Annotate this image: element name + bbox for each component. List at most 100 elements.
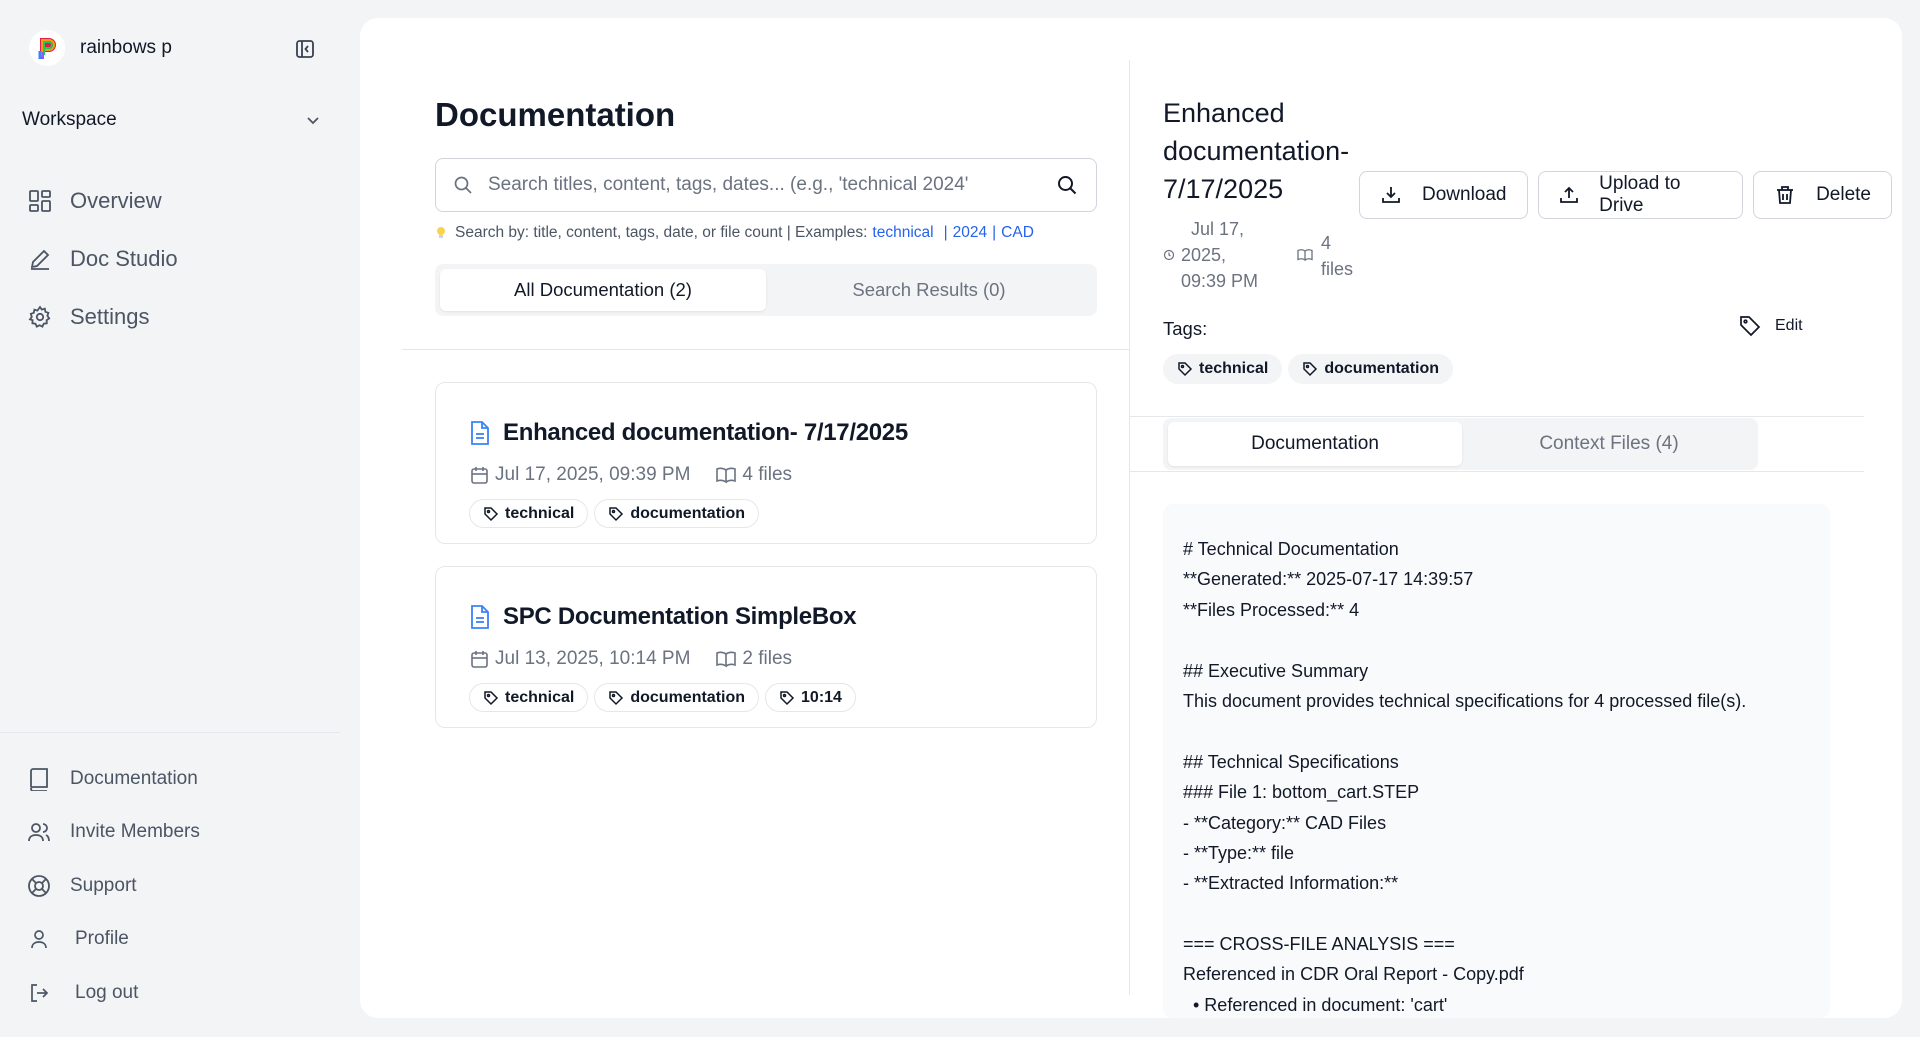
tab-search-results[interactable]: Search Results (0)	[766, 269, 1092, 311]
tag-label: technical	[1199, 360, 1269, 377]
content-line	[1183, 716, 1820, 746]
nav-item-label: Log out	[75, 981, 139, 1003]
documentation-tabs: All Documentation (2) Search Results (0)	[435, 264, 1097, 316]
search-icon	[452, 174, 474, 196]
document-icon	[471, 605, 489, 629]
clock-icon	[1163, 249, 1175, 261]
tag-chip[interactable]: documentation	[1288, 354, 1454, 384]
search-hint: Search by: title, content, tags, date, o…	[435, 224, 1034, 242]
hint-separator: |	[992, 224, 997, 241]
doc-card-date: Jul 13, 2025, 10:14 PM	[495, 648, 691, 669]
content-line: • Referenced in document: 'cart'	[1183, 994, 1448, 1015]
content-line	[1183, 899, 1820, 929]
tab-all-documentation[interactable]: All Documentation (2)	[440, 269, 766, 311]
workspace-label: Workspace	[22, 109, 117, 130]
user-name: rainbows p	[80, 37, 172, 58]
nav-item-label: Support	[70, 874, 137, 896]
content-line: === CROSS-FILE ANALYSIS ===	[1183, 934, 1455, 955]
chevron-down-icon	[307, 117, 319, 125]
delete-label: Delete	[1816, 184, 1871, 205]
doc-card[interactable]: SPC Documentation SimpleBox Jul 13, 2025…	[435, 566, 1097, 728]
upload-to-drive-button[interactable]: Upload to Drive	[1537, 171, 1744, 219]
tag-chip[interactable]: documentation	[594, 683, 760, 712]
content-line: ## Executive Summary	[1183, 660, 1369, 681]
example-link-technical[interactable]: technical	[872, 224, 933, 242]
tag-chip[interactable]: technical	[1163, 354, 1283, 384]
documentation-list-panel: Documentation Search by: title, content,…	[360, 18, 1130, 1018]
documentation-content[interactable]: # Technical Documentation **Generated:** …	[1163, 504, 1830, 1018]
doc-card[interactable]: Enhanced documentation- 7/17/2025 Jul 17…	[435, 382, 1097, 544]
sidebar-divider	[0, 732, 340, 733]
download-label: Download	[1422, 184, 1507, 205]
gear-icon	[26, 303, 54, 331]
detail-date-text: Jul 17, 2025, 09:39 PM	[1181, 216, 1281, 294]
example-link-2024[interactable]: 2024	[953, 224, 987, 242]
detail-date: Jul 17, 2025, 09:39 PM	[1163, 216, 1281, 294]
lifebuoy-icon	[26, 873, 52, 899]
detail-tabs: Documentation Context Files (4)	[1163, 418, 1758, 470]
content-line: - **Category:** CAD Files	[1183, 812, 1387, 833]
content-line: ## Technical Specifications	[1183, 751, 1399, 772]
page-title: Documentation	[435, 96, 676, 133]
main-nav: Overview Doc Studio Settings	[26, 172, 326, 346]
nav-item-overview[interactable]: Overview	[26, 172, 326, 230]
workspace-selector[interactable]: Workspace	[22, 106, 322, 134]
detail-date-line: 09:39 PM	[1181, 271, 1259, 291]
tag-chip[interactable]: technical	[469, 683, 589, 712]
tag-icon	[609, 690, 624, 705]
nav-item-label: Invite Members	[70, 821, 200, 843]
edit-tags-button[interactable]: Edit	[1739, 315, 1803, 337]
detail-file-count: 4 files	[1297, 230, 1371, 282]
content-line: This document provides technical specifi…	[1183, 690, 1747, 711]
tag-chip[interactable]: documentation	[594, 499, 760, 528]
divider	[1130, 471, 1864, 472]
tab-documentation[interactable]: Documentation	[1168, 422, 1462, 466]
tag-label: documentation	[630, 688, 746, 706]
nav-item-invite-members[interactable]: Invite Members	[26, 806, 326, 860]
detail-file-count-text: 4 files	[1321, 230, 1371, 282]
tag-icon	[484, 690, 499, 705]
detail-title-line: documentation-	[1163, 136, 1350, 166]
search-input[interactable]	[488, 174, 1052, 196]
user-menu[interactable]: rainbows p	[28, 30, 318, 66]
nav-item-label: Settings	[70, 304, 150, 329]
nav-item-doc-studio[interactable]: Doc Studio	[26, 230, 326, 288]
search-submit-icon[interactable]	[1052, 170, 1082, 200]
tab-context-files[interactable]: Context Files (4)	[1462, 422, 1756, 466]
lightbulb-icon	[437, 227, 445, 238]
doc-card-meta: Jul 17, 2025, 09:39 PM 4 files	[469, 464, 792, 486]
doc-card-date: Jul 17, 2025, 09:39 PM	[495, 464, 691, 485]
detail-title-line: Enhanced	[1163, 98, 1285, 128]
example-link-cad[interactable]: CAD	[1001, 224, 1034, 242]
download-button[interactable]: Download	[1359, 171, 1528, 219]
tag-icon	[1740, 316, 1761, 337]
tag-icon	[780, 690, 795, 705]
book-open-icon	[716, 465, 737, 485]
nav-item-logout[interactable]: Log out	[26, 966, 326, 1020]
nav-item-label: Overview	[70, 188, 162, 213]
nav-item-profile[interactable]: Profile	[26, 913, 326, 967]
nav-item-documentation[interactable]: Documentation	[26, 752, 326, 806]
detail-date-line: 2025,	[1181, 245, 1227, 265]
nav-item-support[interactable]: Support	[26, 859, 326, 913]
upload-label: Upload to Drive	[1599, 173, 1681, 216]
content-line: **Generated:** 2025-07-17 14:39:57	[1183, 569, 1474, 590]
divider	[1130, 416, 1864, 417]
edit-label: Edit	[1775, 317, 1803, 334]
detail-actions: Download Upload to Drive Delete	[1359, 171, 1902, 219]
doc-card-title-row: SPC Documentation SimpleBox	[469, 603, 857, 631]
overview-icon	[26, 187, 54, 215]
book-open-icon	[1297, 249, 1313, 262]
nav-item-settings[interactable]: Settings	[26, 288, 326, 346]
hint-separator: |	[943, 224, 948, 241]
documentation-text: # Technical Documentation **Generated:** …	[1183, 534, 1820, 1018]
document-detail-panel: Enhanced documentation- 7/17/2025 Downlo…	[1130, 18, 1902, 1018]
tag-chip[interactable]: technical	[469, 499, 589, 528]
doc-card-meta: Jul 13, 2025, 10:14 PM 2 files	[469, 648, 792, 670]
content-line	[1183, 625, 1820, 655]
search-box	[435, 158, 1097, 212]
delete-button[interactable]: Delete	[1753, 171, 1892, 219]
tag-label: documentation	[1324, 360, 1440, 377]
tag-chip[interactable]: 10:14	[765, 683, 856, 712]
sidebar-collapse-icon[interactable]	[292, 36, 318, 62]
